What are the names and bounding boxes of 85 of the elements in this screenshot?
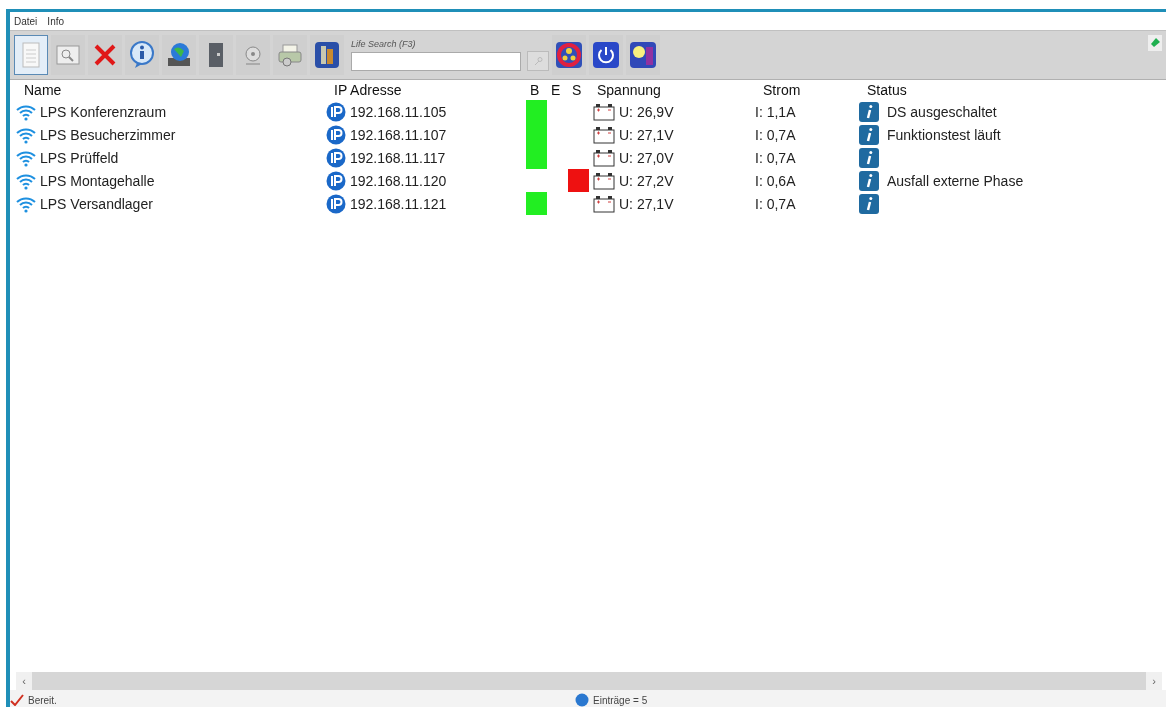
menu-item[interactable]: Info (47, 15, 65, 27)
ip-icon (326, 193, 346, 214)
toolbar-button[interactable] (125, 35, 159, 75)
cabinet-icon (208, 42, 224, 68)
globe-icon (575, 693, 589, 707)
info-icon (859, 193, 879, 214)
wifi-icon (16, 148, 36, 167)
info-icon (129, 41, 155, 69)
battery-icon (593, 102, 615, 121)
pin-icon (1148, 35, 1162, 51)
scroll-right-button[interactable]: › (1146, 672, 1162, 690)
voltage: U: 27,1V (619, 195, 674, 212)
info-icon (859, 147, 879, 168)
info-icon (859, 170, 879, 191)
lamp-icon (629, 41, 657, 69)
device-name: LPS Besucherzimmer (40, 126, 176, 143)
device-name: LPS Konferenzraum (40, 103, 167, 120)
search-label: Life Search (F3) (351, 39, 417, 49)
wifi-icon (16, 125, 36, 144)
toolbar-button[interactable] (88, 35, 122, 75)
column-header[interactable]: Status (859, 82, 1166, 98)
battery-icon (593, 194, 615, 213)
current: I: 0,6A (755, 172, 796, 189)
device-name: LPS Montagehalle (40, 172, 155, 189)
wifi-icon (16, 171, 36, 190)
column-header[interactable]: B (526, 82, 547, 98)
column-header[interactable]: Strom (755, 82, 859, 98)
column-header[interactable]: Name (16, 82, 326, 98)
ip-icon (326, 124, 346, 145)
device-name: LPS Versandlager (40, 195, 153, 212)
search-field[interactable] (351, 51, 521, 71)
horizontal-scrollbar[interactable]: ‹ › (16, 672, 1162, 690)
device-name: LPS Prüffeld (40, 149, 119, 166)
voltage: U: 26,9V (619, 103, 674, 120)
status-text: Ausfall externe Phase (887, 172, 1024, 189)
ip-icon (326, 147, 346, 168)
toolbar-button[interactable] (589, 35, 623, 75)
printer-icon (277, 42, 303, 68)
voltage: U: 27,0V (619, 149, 674, 166)
ip-address: 192.168.11.121 (350, 195, 447, 212)
column-header[interactable]: Spannung (589, 82, 755, 98)
battery-icon (593, 125, 615, 144)
info-icon (859, 124, 879, 145)
toolbar-button[interactable] (14, 35, 48, 75)
voltage: U: 27,2V (619, 172, 674, 189)
column-header[interactable]: S (568, 82, 589, 98)
toolbar-button[interactable] (552, 35, 586, 75)
toolbar-button[interactable] (199, 35, 233, 75)
column-header[interactable]: E (547, 82, 568, 98)
cross-icon (93, 43, 117, 67)
alarm-icon (555, 41, 583, 69)
book-icon (314, 41, 340, 69)
globe-icon (165, 41, 193, 69)
ip-address: 192.168.11.105 (350, 103, 447, 120)
menu-item[interactable]: Datei (14, 15, 38, 27)
toolbar-button[interactable] (626, 35, 660, 75)
column-header[interactable]: IP Adresse (326, 82, 526, 98)
scroll-left-button[interactable]: ‹ (16, 672, 32, 690)
disc-icon (242, 43, 264, 67)
toolbar-button[interactable] (162, 35, 196, 75)
status-text: Funktionstest läuft (887, 126, 1001, 143)
status-text: Bereit. (28, 694, 57, 706)
voltage: U: 27,1V (619, 126, 674, 143)
toolbar-button[interactable] (310, 35, 344, 75)
ip-address: 192.168.11.107 (350, 126, 447, 143)
current: I: 0,7A (755, 149, 796, 166)
current: I: 0,7A (755, 195, 796, 212)
checkmark-icon (10, 694, 24, 706)
current: I: 0,7A (755, 126, 796, 143)
status-text: DS ausgeschaltet (887, 103, 997, 120)
battery-icon (593, 148, 615, 167)
info-icon (859, 101, 879, 122)
wifi-icon (16, 194, 36, 213)
battery-icon (593, 171, 615, 190)
power-icon (592, 41, 620, 69)
entry-count: Einträge = 5 (593, 694, 648, 706)
document-icon (22, 42, 40, 68)
ip-address: 192.168.11.120 (350, 172, 447, 189)
search-icon (533, 56, 543, 66)
ip-icon (326, 170, 346, 191)
current: I: 1,1A (755, 103, 796, 120)
wifi-icon (16, 102, 36, 121)
magnifier-icon (56, 45, 80, 65)
ip-address: 192.168.11.117 (350, 149, 446, 166)
ip-icon (326, 101, 346, 122)
